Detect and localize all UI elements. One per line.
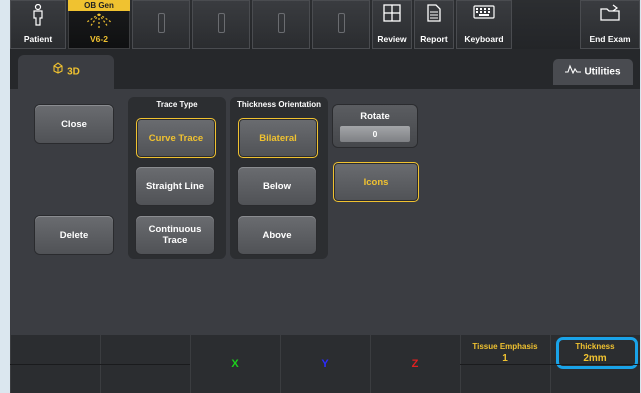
person-icon bbox=[10, 3, 66, 31]
slot-divider bbox=[10, 364, 100, 365]
end-exam-label: End Exam bbox=[589, 34, 631, 44]
curve-trace-label: Curve Trace bbox=[148, 132, 204, 144]
slot-divider bbox=[550, 364, 640, 365]
curve-trace-button[interactable]: Curve Trace bbox=[136, 118, 216, 158]
report-button[interactable]: Report bbox=[414, 0, 454, 49]
below-button[interactable]: Below bbox=[238, 167, 316, 205]
document-icon bbox=[414, 4, 454, 27]
probe-button[interactable]: OB Gen V6-2 bbox=[68, 0, 130, 49]
tissue-emphasis-value: 1 bbox=[502, 353, 508, 364]
thickness-orientation-title: Thickness Orientation bbox=[236, 100, 322, 109]
thickness-label: Thickness bbox=[575, 342, 615, 351]
probe-fan-icon bbox=[68, 12, 130, 35]
close-button[interactable]: Close bbox=[35, 105, 113, 143]
rotate-value: 0 bbox=[340, 126, 410, 142]
tab-utilities-label: Utilities bbox=[584, 66, 621, 78]
top-bar: Patient OB Gen V6-2 Review Report Keyboa… bbox=[10, 0, 640, 49]
axis-x-label: X bbox=[231, 358, 239, 370]
continuous-trace-button[interactable]: Continuous Trace bbox=[136, 216, 214, 254]
review-label: Review bbox=[377, 34, 407, 44]
rotate-control[interactable]: Rotate 0 bbox=[333, 105, 417, 147]
thickness-control[interactable]: Thickness 2mm bbox=[550, 335, 640, 393]
bottom-slot-1[interactable] bbox=[10, 335, 101, 393]
patient-button[interactable]: Patient bbox=[10, 0, 66, 49]
end-exam-button[interactable]: End Exam bbox=[580, 0, 640, 49]
above-label: Above bbox=[262, 229, 292, 241]
waveform-icon bbox=[565, 59, 582, 85]
keyboard-label: Keyboard bbox=[464, 34, 504, 44]
grid-icon bbox=[372, 4, 412, 27]
ultrasound-console: Patient OB Gen V6-2 Review Report Keyboa… bbox=[10, 0, 640, 393]
trace-type-title: Trace Type bbox=[156, 100, 198, 109]
probe-slot-3[interactable] bbox=[192, 0, 250, 49]
above-button[interactable]: Above bbox=[238, 216, 316, 254]
probe-name: V6-2 bbox=[90, 34, 108, 44]
axis-y-label: Y bbox=[321, 358, 329, 370]
slot-indicator-icon bbox=[158, 13, 165, 33]
report-label: Report bbox=[420, 34, 448, 44]
patient-label: Patient bbox=[23, 34, 53, 44]
keyboard-icon bbox=[456, 4, 512, 25]
slot-divider bbox=[460, 364, 550, 365]
tab-utilities[interactable]: Utilities bbox=[553, 59, 633, 85]
axis-z-label: Z bbox=[411, 358, 419, 370]
close-label: Close bbox=[61, 118, 87, 130]
continuous-trace-label: Continuous Trace bbox=[148, 224, 202, 246]
keyboard-button[interactable]: Keyboard bbox=[456, 0, 512, 49]
cube-icon bbox=[52, 55, 64, 89]
tissue-emphasis-control[interactable]: Tissue Emphasis 1 bbox=[460, 335, 551, 393]
slot-indicator-icon bbox=[218, 13, 225, 33]
thickness-orientation-group: Thickness Orientation Bilateral Below Ab… bbox=[230, 97, 328, 259]
axis-x-control[interactable]: X bbox=[190, 335, 281, 393]
slot-indicator-icon bbox=[278, 13, 285, 33]
bottom-slot-2[interactable] bbox=[100, 335, 191, 393]
review-button[interactable]: Review bbox=[372, 0, 412, 49]
tissue-emphasis-label: Tissue Emphasis bbox=[472, 342, 538, 351]
bilateral-button[interactable]: Bilateral bbox=[238, 118, 318, 158]
bottom-control-bar: X Y Z Tissue Emphasis 1 Thickness 2mm bbox=[10, 335, 640, 393]
axis-y-control[interactable]: Y bbox=[280, 335, 371, 393]
slot-divider bbox=[100, 364, 190, 365]
tab-3d-label: 3D bbox=[67, 66, 80, 78]
probe-slot-4[interactable] bbox=[252, 0, 310, 49]
icons-button[interactable]: Icons bbox=[333, 162, 419, 202]
thickness-value: 2mm bbox=[583, 353, 607, 364]
axis-z-control[interactable]: Z bbox=[370, 335, 461, 393]
straight-line-label: Straight Line bbox=[145, 180, 205, 192]
trace-type-group: Trace Type Curve Trace Straight Line Con… bbox=[128, 97, 226, 259]
straight-line-button[interactable]: Straight Line bbox=[136, 167, 214, 205]
delete-label: Delete bbox=[59, 229, 89, 241]
slot-indicator-icon bbox=[338, 13, 345, 33]
bilateral-label: Bilateral bbox=[259, 132, 297, 144]
tab-row: 3D Utilities bbox=[10, 49, 640, 89]
icons-label: Icons bbox=[363, 176, 389, 188]
probe-slot-2[interactable] bbox=[132, 0, 190, 49]
probe-slot-5[interactable] bbox=[312, 0, 370, 49]
rotate-title: Rotate bbox=[360, 111, 390, 122]
below-label: Below bbox=[263, 180, 291, 192]
tab-3d[interactable]: 3D bbox=[18, 55, 114, 89]
probe-preset-label: OB Gen bbox=[68, 0, 130, 11]
folder-icon bbox=[580, 4, 640, 27]
delete-button[interactable]: Delete bbox=[35, 216, 113, 254]
